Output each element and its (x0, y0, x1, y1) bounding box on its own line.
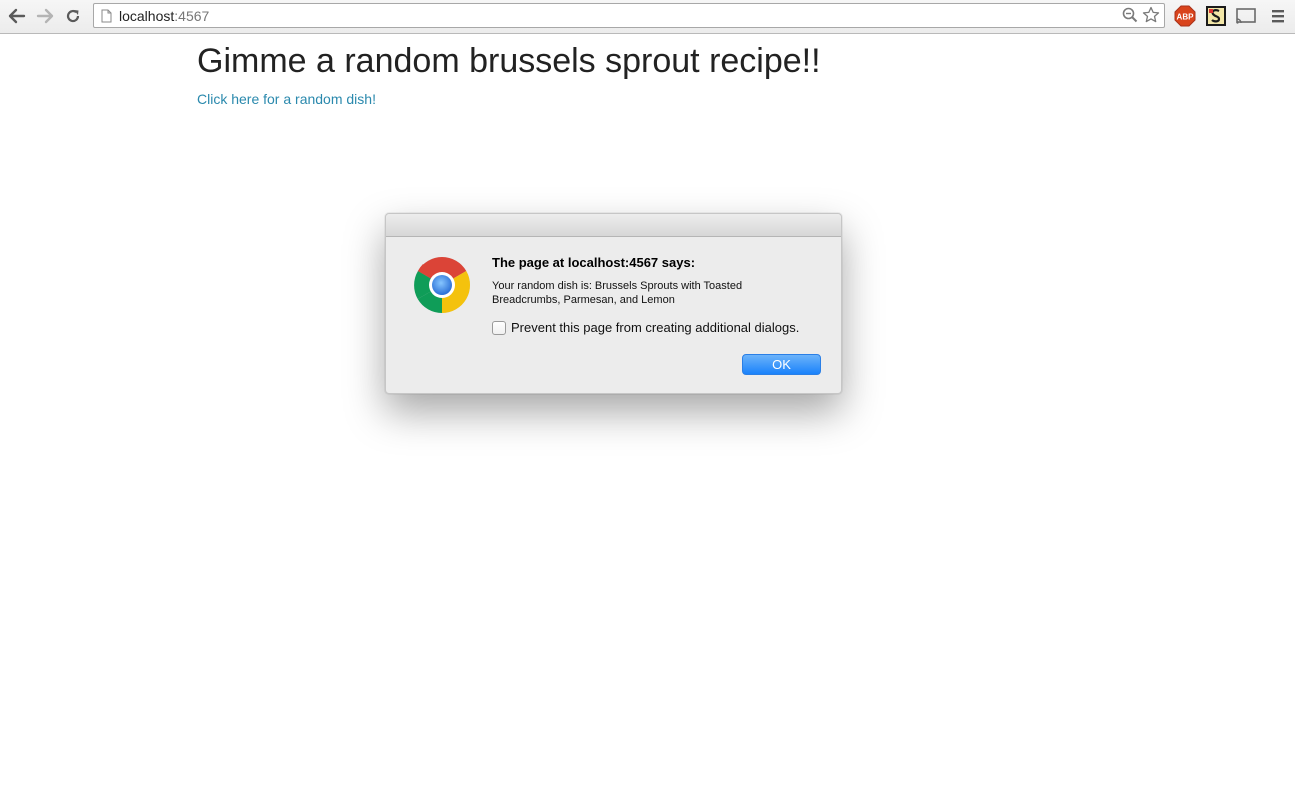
page-title: Gimme a random brussels sprout recipe!! (197, 42, 821, 80)
browser-toolbar: localhost:4567 ABP (0, 0, 1295, 34)
forward-arrow-icon[interactable] (35, 6, 55, 26)
bookmark-star-icon[interactable] (1142, 6, 1160, 29)
menu-icon[interactable] (1267, 5, 1289, 27)
back-arrow-icon[interactable] (7, 6, 27, 26)
extension-icon[interactable] (1205, 5, 1227, 27)
page-icon (101, 9, 112, 28)
address-bar[interactable]: localhost:4567 (93, 3, 1165, 28)
alert-dialog: The page at localhost:4567 says: Your ra… (385, 213, 842, 394)
prevent-dialogs-checkbox[interactable] (492, 320, 506, 335)
dialog-heading: The page at localhost:4567 says: (492, 255, 696, 270)
adblock-icon[interactable]: ABP (1174, 5, 1196, 27)
page-content: Gimme a random brussels sprout recipe!! … (197, 41, 821, 109)
cast-icon[interactable] (1235, 5, 1257, 27)
url-host: localhost (119, 8, 175, 24)
prevent-dialogs-label[interactable]: Prevent this page from creating addition… (511, 320, 799, 335)
dialog-message: Your random dish is: Brussels Sprouts wi… (492, 280, 743, 306)
url-port: :4567 (174, 8, 210, 24)
chrome-logo-icon (413, 256, 471, 319)
url-text[interactable]: localhost:4567 (119, 8, 209, 24)
dialog-titlebar[interactable] (386, 214, 841, 237)
ok-button[interactable]: OK (742, 354, 821, 375)
random-dish-link[interactable]: Click here for a random dish! (197, 91, 376, 107)
zoom-icon[interactable] (1122, 7, 1138, 28)
prevent-dialogs-option[interactable]: Prevent this page from creating addition… (492, 320, 799, 335)
adblock-label: ABP (1177, 13, 1195, 22)
reload-icon[interactable] (63, 6, 83, 26)
